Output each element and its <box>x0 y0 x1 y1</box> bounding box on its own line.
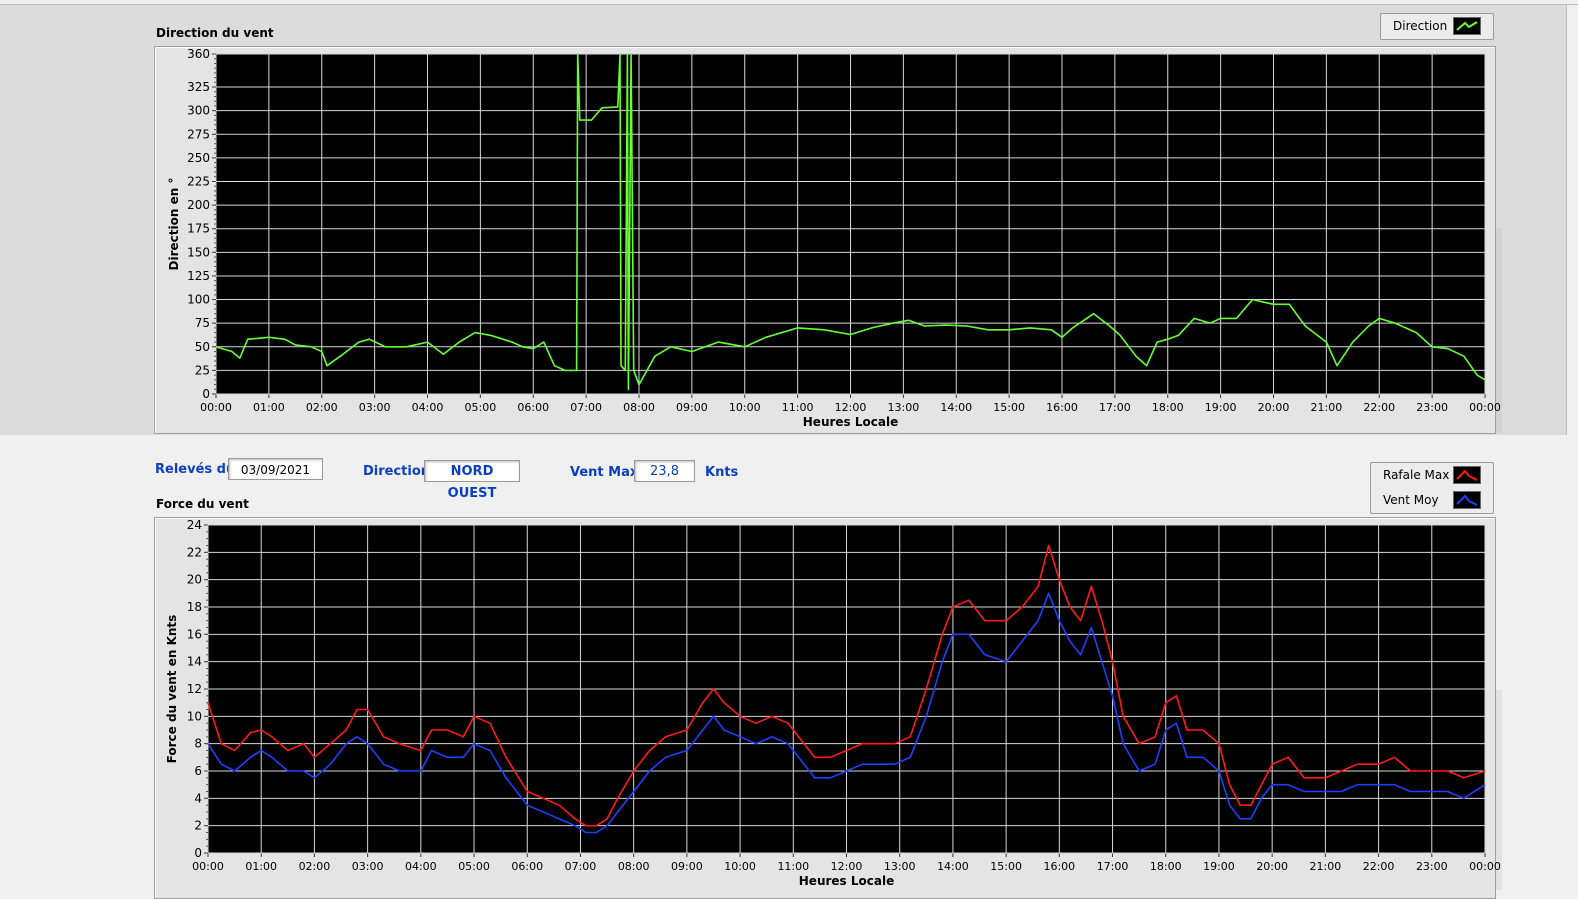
x-tick-label: 20:00 <box>1256 860 1288 873</box>
y-tick-label: 10 <box>187 709 202 723</box>
y-tick-label: 12 <box>187 682 202 696</box>
x-tick-label: 09:00 <box>671 860 703 873</box>
y-tick-label: 4 <box>194 791 202 805</box>
y-tick-label: 8 <box>194 737 202 751</box>
x-tick-label: 18:00 <box>1150 860 1182 873</box>
y-axis-label: Force du vent en Knts <box>165 615 179 764</box>
x-tick-label: 04:00 <box>405 860 437 873</box>
y-tick-label: 16 <box>187 627 202 641</box>
x-tick-label: 13:00 <box>884 860 916 873</box>
y-tick-label: 14 <box>187 655 202 669</box>
y-tick-label: 18 <box>187 600 202 614</box>
x-tick-label: 12:00 <box>831 860 863 873</box>
x-tick-label: 01:00 <box>245 860 277 873</box>
x-tick-label: 14:00 <box>937 860 969 873</box>
x-tick-label: 00:00 <box>1469 860 1501 873</box>
x-tick-label: 06:00 <box>511 860 543 873</box>
x-tick-label: 03:00 <box>352 860 384 873</box>
x-tick-label: 05:00 <box>458 860 490 873</box>
x-tick-label: 19:00 <box>1203 860 1235 873</box>
x-tick-label: 23:00 <box>1416 860 1448 873</box>
x-tick-label: 07:00 <box>565 860 597 873</box>
x-tick-label: 08:00 <box>618 860 650 873</box>
y-tick-label: 20 <box>187 573 202 587</box>
x-tick-label: 21:00 <box>1310 860 1342 873</box>
x-tick-label: 10:00 <box>724 860 756 873</box>
x-tick-label: 17:00 <box>1097 860 1129 873</box>
x-tick-label: 16:00 <box>1043 860 1075 873</box>
force-chart: 00:00 01:00 02:00 03:00 04:00 05:00 06:00 07:00… <box>165 518 1501 888</box>
y-tick-label: 2 <box>194 819 202 833</box>
x-tick-label: 00:00 <box>192 860 224 873</box>
x-tick-label: 11:00 <box>777 860 809 873</box>
y-tick-label: 0 <box>194 846 202 860</box>
x-tick-label: 02:00 <box>299 860 331 873</box>
y-tick-label: 24 <box>187 518 202 532</box>
x-tick-label: 22:00 <box>1363 860 1395 873</box>
y-tick-label: 6 <box>194 764 202 778</box>
x-axis-label: Heures Locale <box>799 874 894 888</box>
x-tick-label: 15:00 <box>990 860 1022 873</box>
y-tick-label: 22 <box>187 545 202 559</box>
